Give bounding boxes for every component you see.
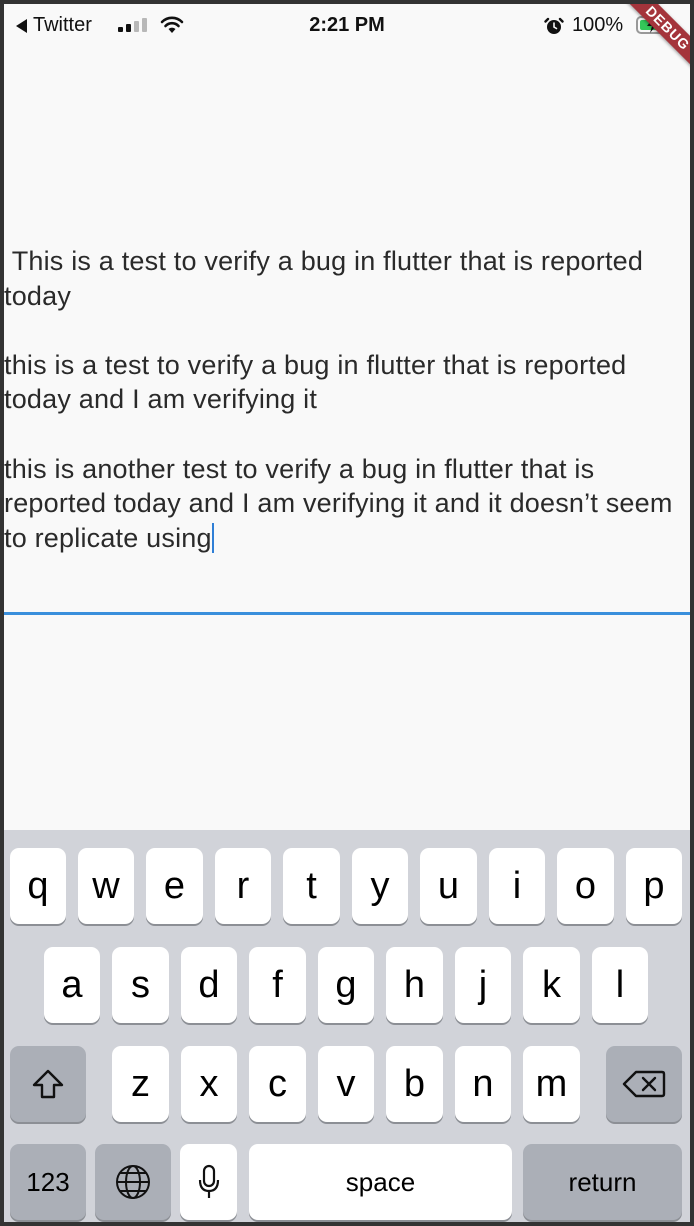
text-paragraph-1: This is a test to verify a bug in flutte… bbox=[4, 246, 651, 311]
key-a[interactable]: a bbox=[44, 947, 100, 1023]
key-x[interactable]: x bbox=[181, 1046, 237, 1122]
battery-percent: 100% bbox=[572, 14, 624, 36]
key-k[interactable]: k bbox=[523, 947, 580, 1023]
key-e[interactable]: e bbox=[146, 848, 203, 924]
key-c[interactable]: c bbox=[249, 1046, 306, 1122]
globe-icon bbox=[116, 1165, 150, 1199]
numbers-key[interactable]: 123 bbox=[10, 1144, 86, 1220]
key-g[interactable]: g bbox=[318, 947, 374, 1023]
text-paragraph-3-content: this is another test to verify a bug in … bbox=[4, 453, 681, 553]
key-l[interactable]: l bbox=[592, 947, 648, 1023]
multiline-text-field[interactable]: This is a test to verify a bug in flutte… bbox=[4, 244, 690, 612]
status-bar: Twitter 2:21 PM 100% bbox=[4, 4, 690, 44]
backspace-icon bbox=[622, 1070, 666, 1098]
key-v[interactable]: v bbox=[318, 1046, 374, 1122]
dictation-key[interactable] bbox=[180, 1144, 237, 1220]
key-p[interactable]: p bbox=[626, 848, 682, 924]
alarm-clock-icon bbox=[544, 17, 564, 34]
key-w[interactable]: w bbox=[78, 848, 134, 924]
key-s[interactable]: s bbox=[112, 947, 169, 1023]
keyboard: q w e r t y u i o p a s d f g h j k l z … bbox=[4, 830, 690, 1222]
key-u[interactable]: u bbox=[420, 848, 477, 924]
text-caret bbox=[211, 522, 214, 553]
key-f[interactable]: f bbox=[249, 947, 306, 1023]
text-field-underline bbox=[4, 612, 690, 615]
key-n[interactable]: n bbox=[455, 1046, 511, 1122]
phone-screen: Twitter 2:21 PM 100% DEBUG This is a tes… bbox=[4, 4, 690, 1222]
key-r[interactable]: r bbox=[215, 848, 271, 924]
text-paragraph-3: this is another test to verify a bug in … bbox=[4, 452, 690, 556]
delete-key[interactable] bbox=[606, 1046, 682, 1122]
shift-key[interactable] bbox=[10, 1046, 86, 1122]
key-b[interactable]: b bbox=[386, 1046, 443, 1122]
key-d[interactable]: d bbox=[181, 947, 237, 1023]
key-q[interactable]: q bbox=[10, 848, 66, 924]
return-key[interactable]: return bbox=[523, 1144, 682, 1220]
globe-key[interactable] bbox=[95, 1144, 171, 1220]
text-paragraph-2: this is a test to verify a bug in flutte… bbox=[4, 349, 635, 415]
key-y[interactable]: y bbox=[352, 848, 408, 924]
key-o[interactable]: o bbox=[557, 848, 614, 924]
space-key[interactable]: space bbox=[249, 1144, 512, 1220]
key-t[interactable]: t bbox=[283, 848, 340, 924]
key-j[interactable]: j bbox=[455, 947, 511, 1023]
key-m[interactable]: m bbox=[523, 1046, 580, 1122]
microphone-icon bbox=[198, 1164, 219, 1198]
shift-icon bbox=[32, 1069, 64, 1099]
key-h[interactable]: h bbox=[386, 947, 443, 1023]
key-z[interactable]: z bbox=[112, 1046, 169, 1122]
key-i[interactable]: i bbox=[489, 848, 545, 924]
